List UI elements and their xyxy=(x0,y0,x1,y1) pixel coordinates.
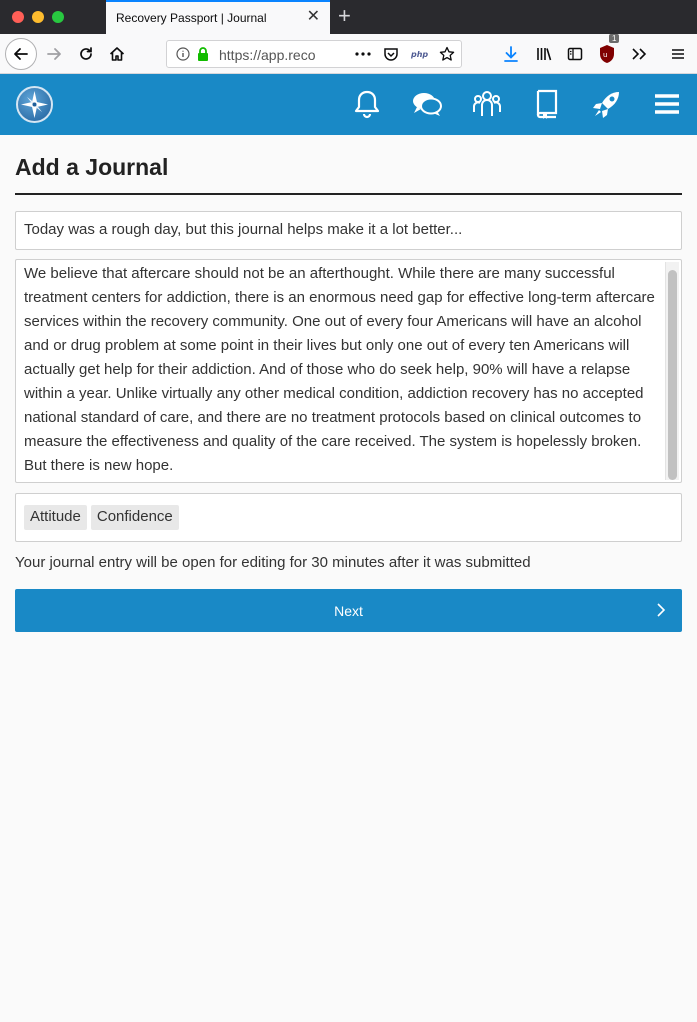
ublock-button[interactable]: u xyxy=(593,40,621,68)
tab-close-icon[interactable]: ✕ xyxy=(307,9,320,25)
rocket-icon[interactable] xyxy=(591,88,623,120)
browser-navbar: https://app.reco php u 1 xyxy=(0,34,697,74)
new-tab-button[interactable]: + xyxy=(338,3,351,29)
overflow-icon xyxy=(632,48,647,60)
browser-titlebar: Recovery Passport | Journal ✕ + xyxy=(0,0,697,34)
php-icon: php xyxy=(410,50,428,59)
tag-chip[interactable]: Confidence xyxy=(90,505,179,530)
browser-tab[interactable]: Recovery Passport | Journal ✕ xyxy=(106,0,330,34)
svg-text:u: u xyxy=(603,51,607,59)
hamburger-menu-icon[interactable] xyxy=(651,88,683,120)
menu-icon xyxy=(672,49,684,59)
svg-text:php: php xyxy=(410,50,428,59)
library-button[interactable] xyxy=(530,40,558,68)
tag-chip[interactable]: Attitude xyxy=(24,505,87,530)
downloads-button[interactable] xyxy=(497,40,525,68)
sidebar-icon xyxy=(567,47,583,61)
extension-badge: 1 xyxy=(609,34,620,43)
pocket-icon xyxy=(384,48,398,61)
edit-window-note: Your journal entry will be open for edit… xyxy=(15,554,531,571)
journal-body-textarea[interactable]: We believe that aftercare should not be … xyxy=(15,259,682,483)
ublock-icon: u xyxy=(600,45,614,63)
browser-menu-button[interactable] xyxy=(664,40,692,68)
next-button-label: Next xyxy=(334,602,363,619)
app-header xyxy=(0,74,697,135)
library-icon xyxy=(537,48,552,61)
compass-logo-icon[interactable] xyxy=(16,86,53,123)
url-text[interactable]: https://app.reco xyxy=(219,47,319,63)
journal-body-text[interactable]: We believe that aftercare should not be … xyxy=(16,260,681,478)
chevron-right-icon xyxy=(657,603,666,617)
community-icon[interactable] xyxy=(471,88,503,120)
lock-icon xyxy=(198,47,208,61)
textarea-scrollbar[interactable] xyxy=(665,262,679,480)
sidebar-button[interactable] xyxy=(561,40,589,68)
forward-button[interactable] xyxy=(40,40,68,68)
textarea-scrollbar-thumb[interactable] xyxy=(668,270,677,480)
maximize-window-button[interactable] xyxy=(52,11,64,23)
journal-subject-input[interactable]: Today was a rough day, but this journal … xyxy=(15,211,682,250)
more-icon xyxy=(355,52,371,56)
reload-button[interactable] xyxy=(72,40,100,68)
bell-icon[interactable] xyxy=(351,88,383,120)
download-icon xyxy=(504,46,518,62)
next-button[interactable]: Next xyxy=(15,589,682,632)
url-bar[interactable]: https://app.reco php xyxy=(166,40,462,68)
forward-icon xyxy=(47,48,61,60)
info-icon xyxy=(176,47,190,61)
minimize-window-button[interactable] xyxy=(32,11,44,23)
journal-book-icon[interactable] xyxy=(531,88,563,120)
overflow-button[interactable] xyxy=(625,40,653,68)
close-window-button[interactable] xyxy=(12,11,24,23)
back-button[interactable] xyxy=(5,38,37,70)
reload-icon xyxy=(80,47,92,60)
chat-icon[interactable] xyxy=(411,88,443,120)
back-icon xyxy=(14,48,28,60)
tab-title: Recovery Passport | Journal xyxy=(116,11,267,25)
home-icon xyxy=(109,47,125,61)
journal-form: Add a Journal Today was a rough day, but… xyxy=(0,135,697,632)
tags-input[interactable]: Attitude Confidence xyxy=(15,493,682,542)
page-title: Add a Journal xyxy=(15,135,682,195)
home-button[interactable] xyxy=(103,40,131,68)
star-icon xyxy=(439,46,455,61)
